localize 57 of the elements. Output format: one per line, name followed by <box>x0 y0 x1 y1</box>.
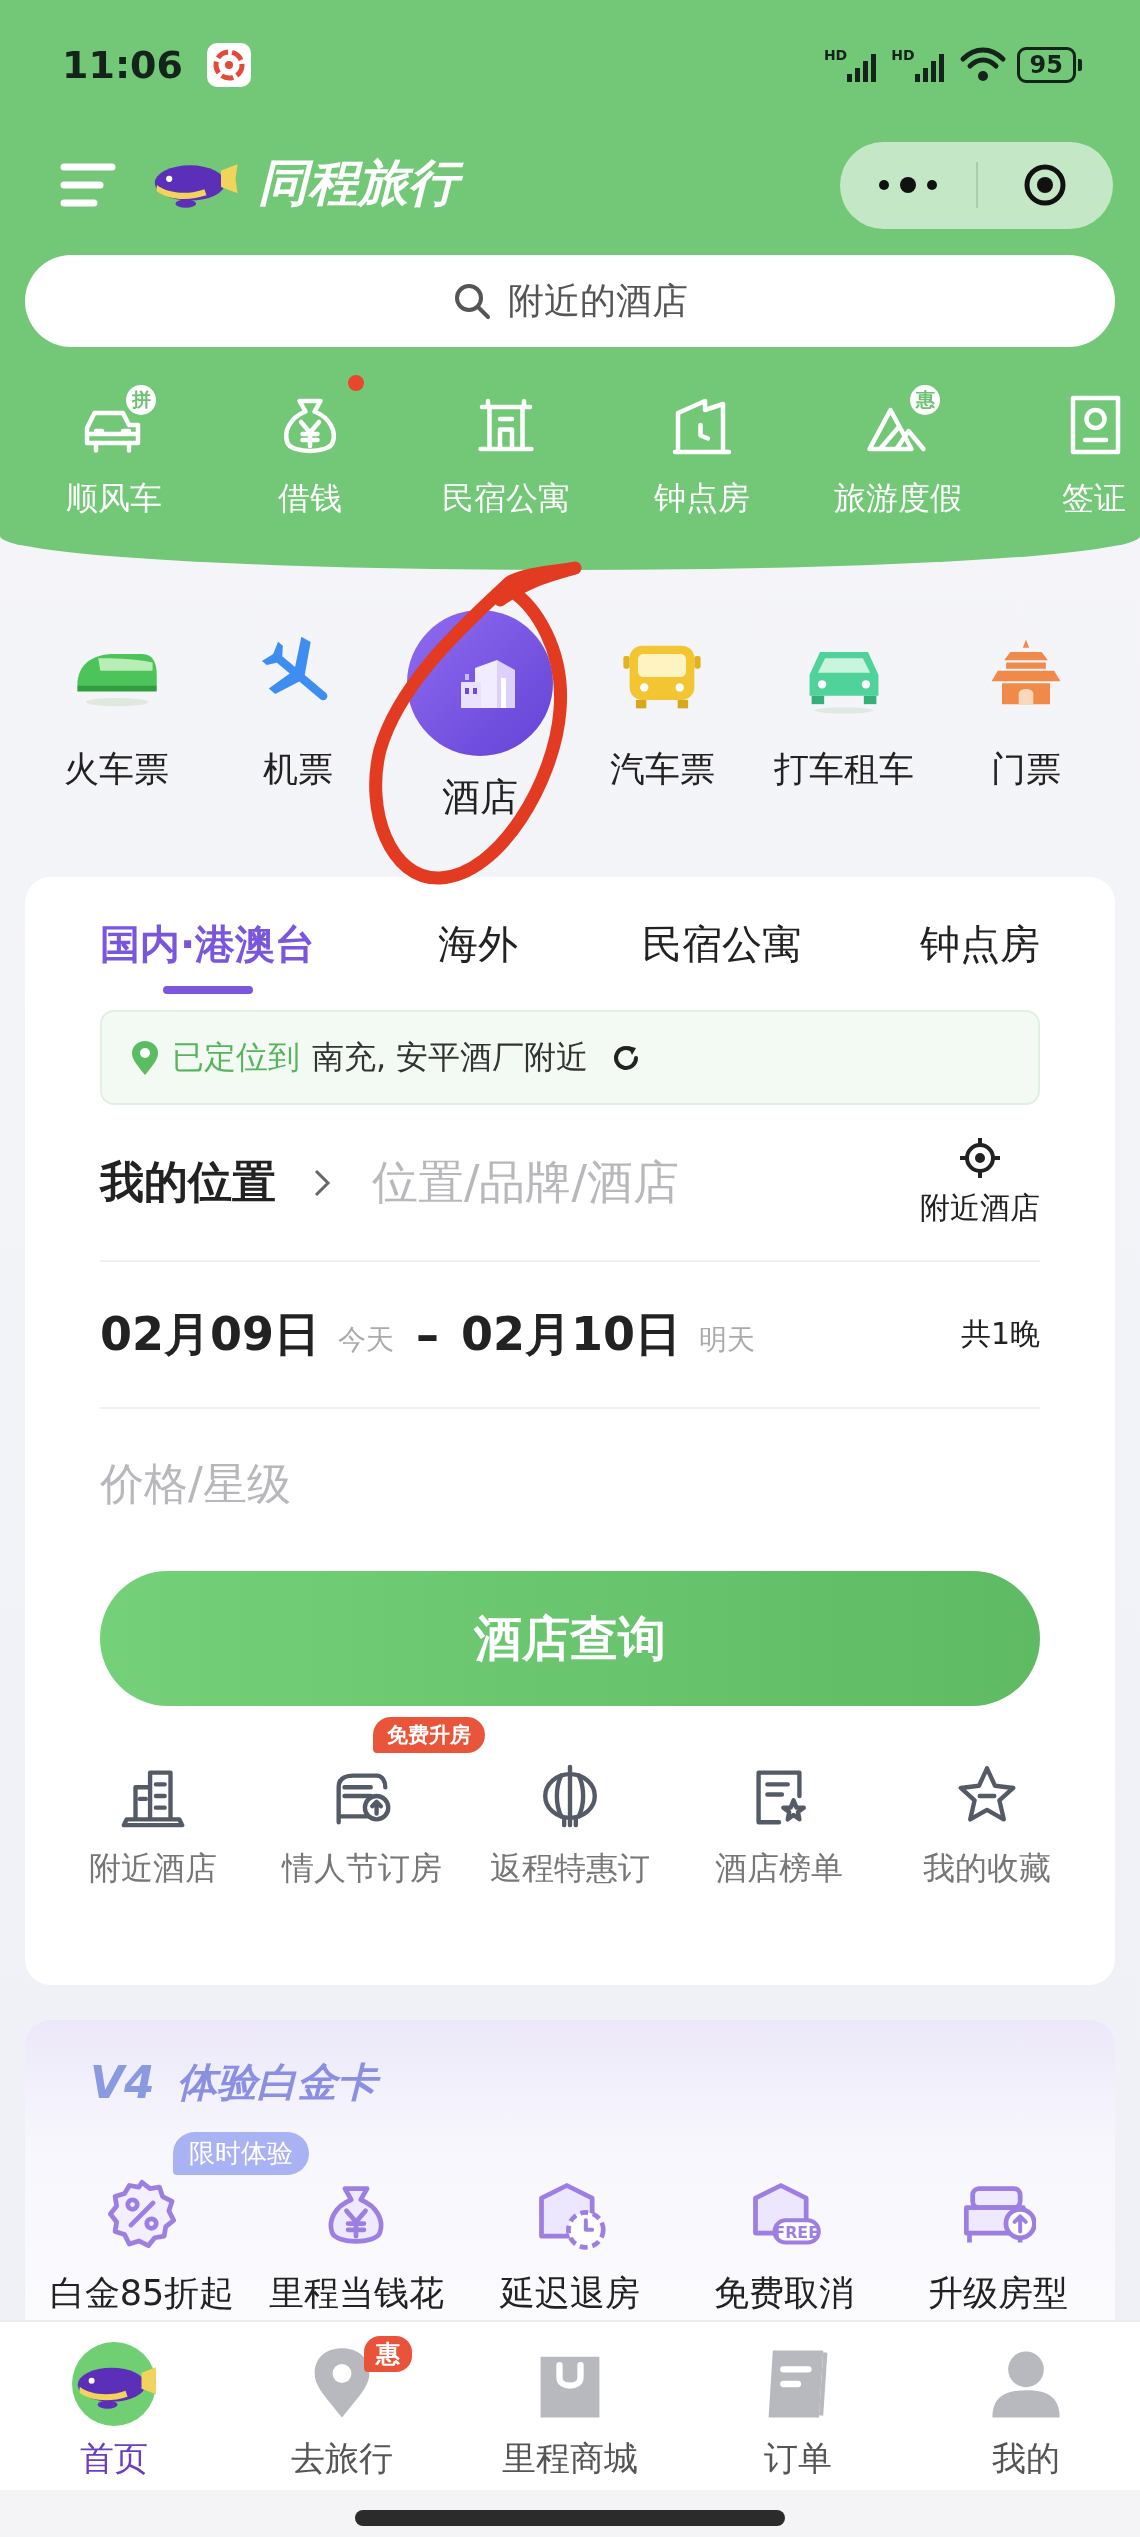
quick-link[interactable]: 酒店榜单 <box>714 1847 843 1891</box>
blimp-mascot-icon <box>72 2342 156 2426</box>
checkout-note: 明天 <box>699 1321 756 1358</box>
benefit-label[interactable]: 延迟退房 <box>500 2270 640 2317</box>
tab[interactable]: 海外 <box>433 917 524 1003</box>
location-status: 已定位到 <box>172 1036 300 1078</box>
location-pin-icon <box>130 1039 160 1076</box>
checkin-date[interactable]: 02月09日 <box>100 1303 321 1366</box>
quick-link[interactable]: 附近酒店 <box>89 1847 217 1891</box>
menu-icon[interactable] <box>60 162 116 208</box>
nav-tab[interactable]: 我的 <box>912 2322 1140 2490</box>
locate-icon[interactable] <box>958 1136 1002 1180</box>
hotel-building-icon[interactable] <box>407 610 553 756</box>
quick-link[interactable]: 返程特惠订 <box>490 1847 650 1891</box>
category-label[interactable]: 打车租车 <box>774 746 914 793</box>
search-field[interactable]: 附近的酒店 <box>25 255 1115 347</box>
tab[interactable]: 钟点房 <box>920 917 1040 1003</box>
checkout-date[interactable]: 02月10日 <box>461 1303 682 1366</box>
category-label[interactable]: 机票 <box>263 746 333 793</box>
promo-badge: 免费升房 <box>372 1717 485 1753</box>
category-label[interactable]: 酒店 <box>442 772 518 823</box>
nights-count: 共1晚 <box>960 1315 1040 1353</box>
network-type-label: HD <box>823 48 848 62</box>
nav-tab[interactable]: 里程商城 <box>456 2322 684 2490</box>
category-label[interactable]: 门票 <box>991 746 1061 793</box>
wifi-icon <box>958 47 1007 83</box>
promo-badge: 惠 <box>364 2336 412 2372</box>
category-label[interactable]: 火车票 <box>63 746 169 793</box>
tab[interactable]: 国内·港澳台 <box>100 917 316 1003</box>
close-icon[interactable] <box>1023 163 1068 207</box>
icon-badge: 拼 <box>126 385 156 415</box>
nearby-hotels-link[interactable]: 附近酒店 <box>920 1188 1040 1229</box>
card-title: 体验白金卡 <box>176 2054 385 2110</box>
battery-indicator: 95 <box>1016 47 1076 83</box>
icon-badge: 惠 <box>910 385 940 415</box>
search-placeholder: 附近的酒店 <box>508 278 688 323</box>
tab[interactable]: 民宿公寓 <box>641 917 802 1003</box>
network-type-label: HD <box>891 48 915 62</box>
quick-link[interactable]: 情人节订房 <box>281 1847 442 1891</box>
nav-tab[interactable]: 首页 <box>0 2322 228 2490</box>
app-name: 同程旅行 <box>254 149 472 221</box>
nav-tab[interactable]: 订单 <box>684 2322 912 2490</box>
benefit-label[interactable]: 里程当钱花 <box>268 2270 444 2317</box>
level-label: V4 <box>90 2056 156 2108</box>
search-icon <box>452 281 492 321</box>
benefit-label[interactable]: 免费取消 <box>714 2270 854 2317</box>
location-text: 南充, 安平酒厂附近 <box>312 1036 589 1078</box>
destination-value[interactable]: 我的位置 <box>100 1153 276 1212</box>
clock-time: 11:06 <box>62 43 183 87</box>
benefit-label[interactable]: 升级房型 <box>928 2270 1068 2317</box>
checkin-note: 今天 <box>338 1321 395 1358</box>
category-label[interactable]: 汽车票 <box>609 746 715 793</box>
benefit-label[interactable]: 白金85折起 <box>49 2270 235 2317</box>
quick-link[interactable]: 我的收藏 <box>923 1847 1051 1891</box>
trial-badge: 限时体验 <box>173 2132 309 2175</box>
date-separator: – <box>416 1307 440 1362</box>
app-notification-icon <box>206 43 251 87</box>
